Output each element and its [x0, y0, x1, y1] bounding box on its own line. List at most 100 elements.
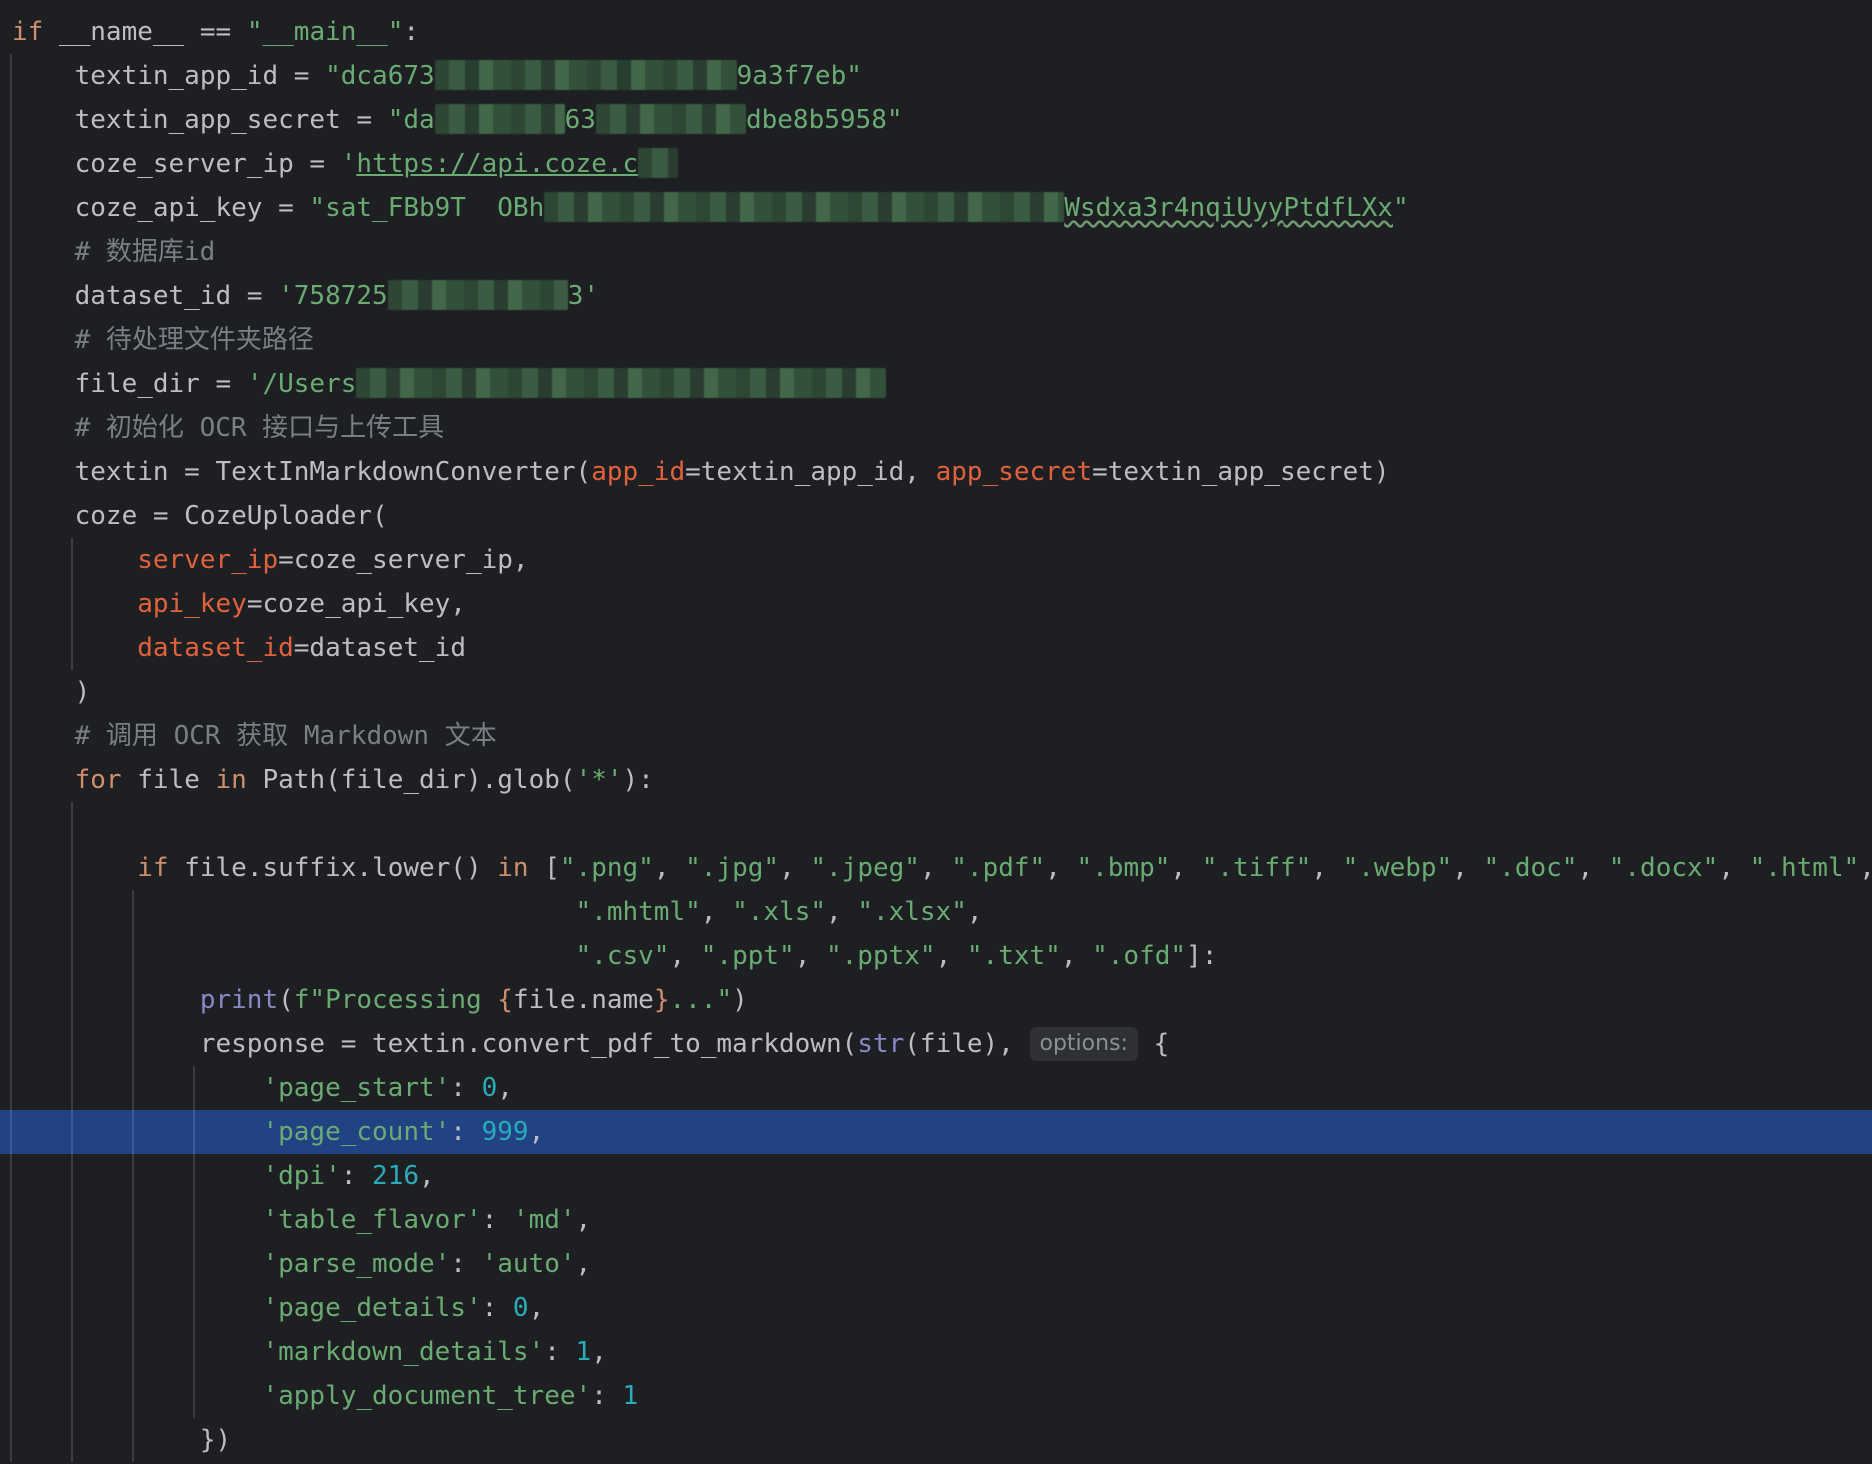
operator-eq: == — [199, 17, 247, 47]
paren-close: ) — [732, 985, 748, 1015]
code-line-30[interactable]: 'page_details': 0, — [0, 1286, 1872, 1330]
separator: , — [919, 853, 952, 883]
dict-comma: , — [419, 1161, 435, 1191]
separator: , — [779, 853, 811, 883]
code-line-16[interactable]: ) — [0, 670, 1872, 714]
comment-dataset-id: # 数据库id — [12, 237, 216, 267]
code-line-9[interactable]: file_dir = '/Users — [0, 362, 1872, 406]
file-extension-string: ".jpg" — [685, 853, 780, 883]
dict-close: }) — [199, 1425, 232, 1455]
code-line-27[interactable]: 'dpi': 216, — [0, 1154, 1872, 1198]
fstring-start: f"Processing — [293, 985, 498, 1015]
dict-value: 1 — [622, 1381, 639, 1411]
redacted-blur — [434, 104, 565, 134]
extension-list: ".png", ".jpg", ".jpeg", ".pdf", ".bmp",… — [560, 853, 1872, 883]
code-line-28[interactable]: 'table_flavor': 'md', — [0, 1198, 1872, 1242]
separator: , — [1311, 853, 1343, 883]
dict-key: 'page_count' — [262, 1117, 451, 1147]
file-extension-string: ".mhtml" — [575, 897, 701, 927]
keyword-for: for — [74, 765, 122, 795]
code-editor[interactable]: if __name__ == "__main__": textin_app_id… — [0, 0, 1872, 1464]
code-line-13[interactable]: server_ip=coze_server_ip, — [0, 538, 1872, 582]
response-assign: response = textin.convert_pdf_to_markdow… — [199, 1029, 858, 1059]
file-extension-string: ".ofd" — [1092, 941, 1187, 971]
code-line-2[interactable]: textin_app_id = "dca673 9a3f7eb" — [0, 54, 1872, 98]
dict-comma: , — [497, 1073, 513, 1103]
code-line-3[interactable]: textin_app_secret = "da 63 dbe8b5958" — [0, 98, 1872, 142]
code-line-11[interactable]: textin = TextInMarkdownConverter(app_id=… — [0, 450, 1872, 494]
dict-value: 0 — [512, 1293, 529, 1323]
fstring-expr: file.name — [512, 985, 654, 1015]
dict-value: 'auto' — [481, 1249, 576, 1279]
code-line-10[interactable]: # 初始化 OCR 接口与上传工具 — [0, 406, 1872, 450]
builtin-str: str — [857, 1029, 905, 1059]
file-extension-string: ".txt" — [966, 941, 1061, 971]
code-line-12[interactable]: coze = CozeUploader( — [0, 494, 1872, 538]
file-extension-string: ".csv" — [575, 941, 670, 971]
code-line-24[interactable]: response = textin.convert_pdf_to_markdow… — [0, 1022, 1872, 1066]
extension-list: ".csv", ".ppt", ".pptx", ".txt", ".ofd"]… — [576, 941, 1218, 971]
code-line-29[interactable]: 'parse_mode': 'auto', — [0, 1242, 1872, 1286]
redacted-blur — [544, 192, 1065, 222]
separator: , — [1452, 853, 1484, 883]
code-line-19[interactable] — [0, 802, 1872, 846]
dict-colon: : — [450, 1073, 482, 1103]
code-line-26[interactable]: 'page_count': 999, — [0, 1110, 1872, 1154]
code-line-21[interactable]: ".mhtml", ".xls", ".xlsx", — [0, 890, 1872, 934]
list-open: [ — [528, 853, 560, 883]
code-line-6[interactable]: # 数据库id — [0, 230, 1872, 274]
file-extension-string: ".pdf" — [951, 853, 1046, 883]
dataset-id-value: =dataset_id — [293, 633, 466, 663]
dict-value: 216 — [372, 1161, 420, 1191]
code-line-18[interactable]: for file in Path(file_dir).glob('*'): — [0, 758, 1872, 802]
code-line-31[interactable]: 'markdown_details': 1, — [0, 1330, 1872, 1374]
code-line-14[interactable]: api_key=coze_api_key, — [0, 582, 1872, 626]
code-line-33[interactable]: }) — [0, 1418, 1872, 1462]
dict-comma: , — [591, 1337, 607, 1367]
dict-colon: : — [450, 1249, 482, 1279]
dict-key: 'markdown_details' — [262, 1337, 545, 1367]
separator: , — [1045, 853, 1077, 883]
separator: , — [1060, 941, 1093, 971]
fstring-brace-close: } — [653, 985, 670, 1015]
code-line-1[interactable]: if __name__ == "__main__": — [0, 10, 1872, 54]
code-line-23[interactable]: print(f"Processing {file.name}...") — [0, 978, 1872, 1022]
dict-value: 'md' — [512, 1205, 576, 1235]
server-url-link[interactable]: https://api.coze.c — [356, 149, 638, 179]
code-line-20[interactable]: if file.suffix.lower() in [".png", ".jpg… — [0, 846, 1872, 890]
code-line-32[interactable]: 'apply_document_tree': 1 — [0, 1374, 1872, 1418]
code-line-4[interactable]: coze_server_ip = 'https://api.coze.c — [0, 142, 1872, 186]
server-ip-value: =coze_server_ip, — [278, 545, 529, 575]
dataset-id-end: 3' — [567, 281, 599, 311]
code-line-15[interactable]: dataset_id=dataset_id — [0, 626, 1872, 670]
comment-file-dir: # 待处理文件夹路径 — [12, 325, 314, 355]
file-extension-string: ".html" — [1749, 853, 1860, 883]
keyword-if: if — [137, 853, 169, 883]
code-line-8[interactable]: # 待处理文件夹路径 — [0, 318, 1872, 362]
param-api-key: api_key — [137, 589, 247, 619]
code-line-7[interactable]: dataset_id = '758725 3' — [0, 274, 1872, 318]
dict-open: { — [1137, 1029, 1170, 1059]
api-key-value: =coze_api_key, — [246, 589, 466, 619]
loop-var: file — [121, 765, 216, 795]
code-line-17[interactable]: # 调用 OCR 获取 Markdown 文本 — [0, 714, 1872, 758]
separator: , — [1170, 853, 1202, 883]
code-line-5[interactable]: coze_api_key = "sat_FBb9T OBh Wsdxa3r4nqi… — [0, 186, 1872, 230]
dict-key: 'dpi' — [262, 1161, 341, 1191]
code-line-25[interactable]: 'page_start': 0, — [0, 1066, 1872, 1110]
str-arg: (file), — [904, 1029, 1030, 1059]
separator: , — [1577, 853, 1609, 883]
redacted-blur — [595, 104, 746, 134]
app-id-start: "dca673 — [325, 61, 435, 91]
code-line-22[interactable]: ".csv", ".ppt", ".pptx", ".txt", ".ofd"]… — [0, 934, 1872, 978]
comment-call-ocr: # 调用 OCR 获取 Markdown 文本 — [12, 721, 497, 751]
